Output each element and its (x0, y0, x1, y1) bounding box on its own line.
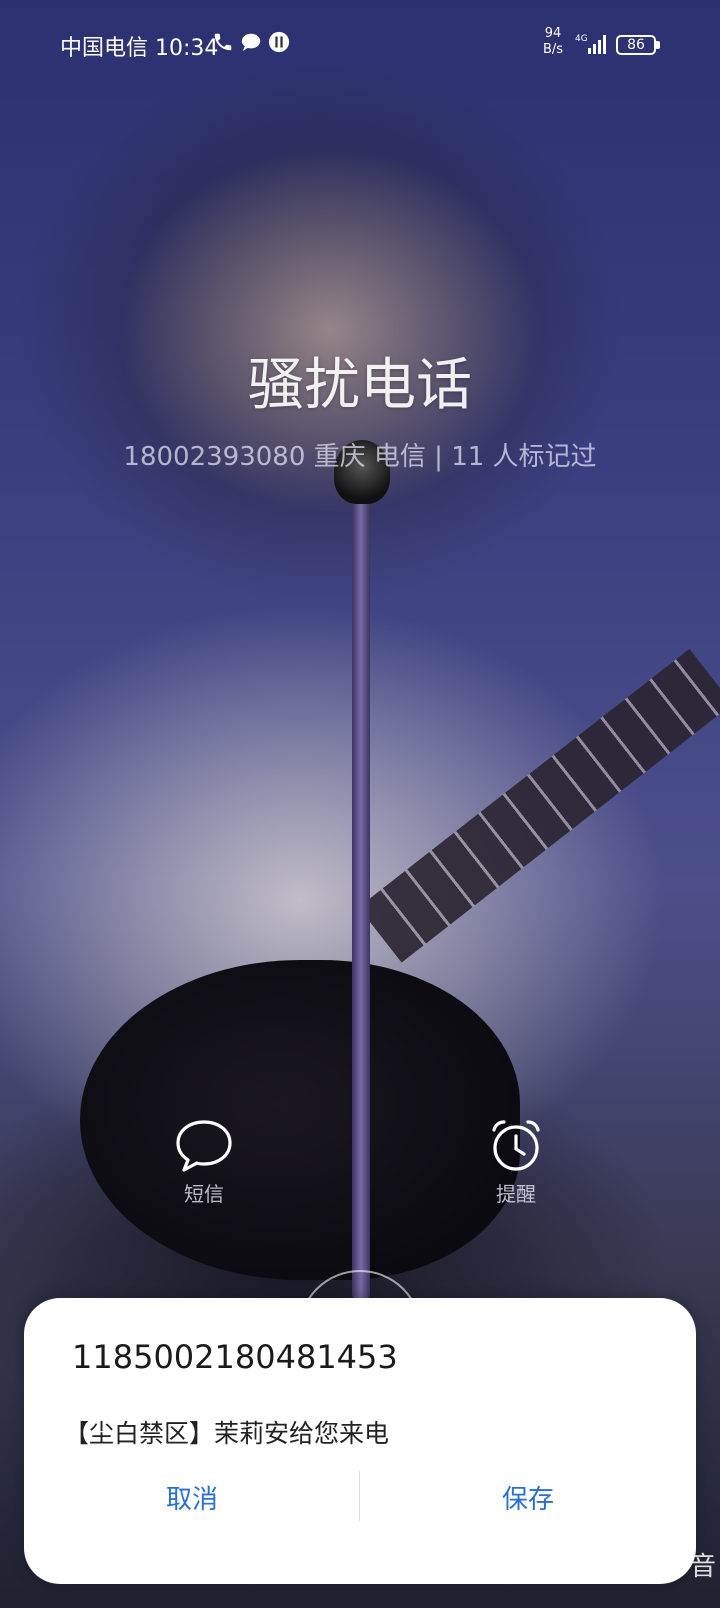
wallpaper-mic-stand (352, 480, 370, 1300)
alarm-clock-icon (492, 1120, 540, 1171)
sms-icon (176, 1120, 232, 1172)
network-speed: 94 B/s (542, 26, 564, 57)
remind-button[interactable]: 提醒 (456, 1118, 576, 1207)
save-button[interactable]: 保存 (360, 1464, 696, 1534)
network-type: 4G (575, 34, 588, 44)
corner-watermark-text: 音 (690, 1552, 717, 1582)
message-icon (240, 31, 262, 53)
status-bar: 中国电信 10:34 94 B/s 4G 86 (0, 0, 720, 90)
sms-label: 短信 (184, 1182, 224, 1206)
battery-icon: 86 (616, 35, 656, 55)
sms-reply-button[interactable]: 短信 (144, 1118, 264, 1207)
remind-label: 提醒 (496, 1182, 536, 1206)
caller-details: 18002393080 重庆 电信 | 11 人标记过 (123, 442, 597, 472)
battery-tip (656, 41, 660, 49)
phone-icon (212, 31, 234, 53)
app-notification-icon (268, 31, 290, 53)
save-number-dialog: 1185002180481453 【尘白禁区】茉莉安给您来电 取消 保存 (24, 1298, 696, 1584)
dialog-phone-number: 1185002180481453 (72, 1338, 398, 1376)
signal-icon: 4G (575, 32, 611, 56)
carrier-time: 中国电信 10:34 (60, 36, 219, 61)
dialog-message: 【尘白禁区】茉莉安给您来电 (64, 1419, 390, 1448)
caller-label: 骚扰电话 (248, 353, 472, 418)
cancel-button[interactable]: 取消 (24, 1464, 360, 1534)
